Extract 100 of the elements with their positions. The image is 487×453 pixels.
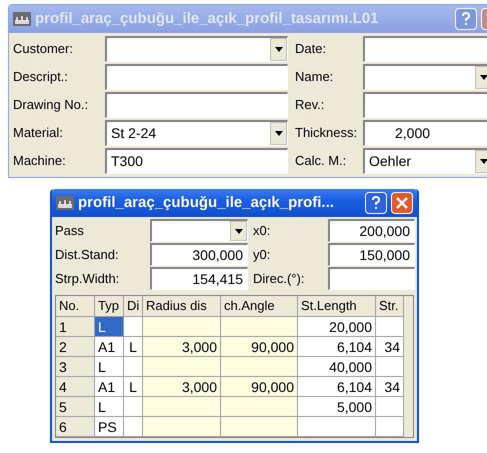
row-number: 5	[56, 397, 95, 417]
row-number: 2	[56, 337, 95, 357]
input-field[interactable]: 2,000	[363, 120, 487, 146]
field-label: Dist.Stand:	[55, 246, 120, 264]
table-cell[interactable]	[221, 417, 298, 437]
field-label: Calc. M.:	[294, 152, 348, 170]
field-label: Thickness:	[294, 124, 358, 142]
dropdown-button[interactable]	[475, 66, 487, 89]
field-label: Strp.Width:	[55, 270, 120, 288]
table-cell[interactable]	[298, 417, 376, 437]
caret-icon	[234, 228, 242, 234]
field-label: Direc.(°):	[252, 270, 306, 288]
column-header[interactable]: No.	[56, 296, 95, 317]
input-field[interactable]	[363, 36, 487, 62]
table-cell[interactable]	[221, 397, 298, 417]
table-cell[interactable]	[124, 397, 143, 417]
column-header[interactable]: St.Length	[298, 296, 376, 317]
input-field[interactable]: 300,000	[150, 243, 248, 266]
field-label: Date:	[294, 40, 328, 58]
caret-icon	[274, 131, 282, 136]
input-field[interactable]: 154,415	[150, 267, 248, 290]
dropdown-field[interactable]	[105, 36, 288, 62]
table-cell[interactable]	[124, 317, 143, 337]
table-cell[interactable]	[143, 417, 221, 437]
column-header[interactable]: Typ	[95, 296, 124, 317]
table-cell[interactable]: A1	[95, 337, 124, 357]
input-field[interactable]	[105, 92, 288, 118]
table-cell[interactable]	[143, 357, 221, 377]
row-number: 3	[56, 357, 95, 377]
field-label: Pass	[55, 222, 85, 240]
close-button[interactable]	[391, 192, 413, 214]
column-header[interactable]: Di	[124, 296, 143, 317]
table-cell[interactable]	[376, 357, 404, 377]
column-header[interactable]: Radius dis	[143, 296, 221, 317]
table-cell[interactable]: L	[95, 317, 124, 337]
dropdown-button[interactable]	[270, 122, 287, 145]
dropdown-field[interactable]	[363, 64, 487, 90]
field-label: Descript.:	[13, 68, 69, 86]
field-label: Machine:	[13, 152, 67, 170]
input-field[interactable]	[328, 267, 415, 290]
table-cell[interactable]: 6,104	[298, 377, 376, 397]
table-cell[interactable]: 3,000	[143, 377, 221, 397]
table-cell[interactable]: 6,104	[298, 337, 376, 357]
table-cell[interactable]: 40,000	[298, 357, 376, 377]
caret-icon	[274, 47, 282, 52]
dropdown-field[interactable]: Oehler	[363, 148, 487, 174]
table-cell[interactable]	[143, 317, 221, 337]
dropdown-button[interactable]	[475, 150, 487, 173]
table-cell[interactable]	[376, 397, 404, 417]
close-icon	[396, 197, 408, 209]
input-field[interactable]: 150,000	[328, 243, 415, 266]
table-cell[interactable]: L	[124, 337, 143, 357]
table-cell[interactable]: 34	[376, 337, 404, 357]
table-cell[interactable]: L	[95, 397, 124, 417]
table-cell[interactable]: 90,000	[221, 377, 298, 397]
dropdown-button[interactable]	[230, 221, 247, 241]
dropdown-field[interactable]: St 2-24	[105, 120, 288, 146]
field-label: Material:	[13, 124, 64, 142]
help-icon	[461, 12, 471, 26]
table-cell[interactable]	[143, 397, 221, 417]
table-cell[interactable]: 34	[376, 377, 404, 397]
window-title: profil_araç_çubuğu_ile_açık_profil_tasarımı.L01	[35, 8, 380, 29]
table-cell[interactable]: 3,000	[143, 337, 221, 357]
table-cell[interactable]: PS	[95, 417, 124, 437]
field-label: Customer:	[13, 40, 74, 58]
table-cell[interactable]: 90,000	[221, 337, 298, 357]
app-icon	[56, 196, 74, 210]
input-field[interactable]	[105, 64, 288, 90]
table-cell[interactable]	[221, 357, 298, 377]
table-cell[interactable]: L	[95, 357, 124, 377]
table-cell[interactable]	[376, 417, 404, 437]
table-cell[interactable]	[124, 417, 143, 437]
field-label: y0:	[252, 246, 272, 264]
table-cell[interactable]: L	[124, 377, 143, 397]
input-field[interactable]: T300	[105, 148, 288, 174]
dropdown-field[interactable]	[150, 219, 248, 242]
row-number: 6	[56, 417, 95, 437]
table-cell[interactable]: 20,000	[298, 317, 376, 337]
help-button[interactable]	[455, 8, 477, 30]
field-label: Name:	[294, 68, 334, 86]
table-cell[interactable]	[124, 357, 143, 377]
field-label: x0:	[252, 222, 272, 240]
caret-icon	[480, 159, 487, 164]
window-title: profil_araç_çubuğu_ile_açık_profi...	[78, 192, 335, 213]
caret-icon	[480, 75, 487, 80]
app-icon	[13, 12, 31, 26]
column-header[interactable]: ch.Angle	[221, 296, 298, 317]
input-field[interactable]	[363, 92, 487, 118]
table-cell[interactable]: A1	[95, 377, 124, 397]
help-button[interactable]	[365, 192, 387, 214]
field-label: Rev.:	[294, 96, 326, 114]
input-field[interactable]: 200,000	[328, 219, 415, 242]
row-number: 1	[56, 317, 95, 337]
table-cell[interactable]	[221, 317, 298, 337]
dropdown-button[interactable]	[270, 38, 287, 61]
help-icon	[371, 196, 381, 210]
table-cell[interactable]: 5,000	[298, 397, 376, 417]
table-cell[interactable]	[376, 317, 404, 337]
column-header[interactable]: Str.	[376, 296, 404, 317]
row-number: 4	[56, 377, 95, 397]
